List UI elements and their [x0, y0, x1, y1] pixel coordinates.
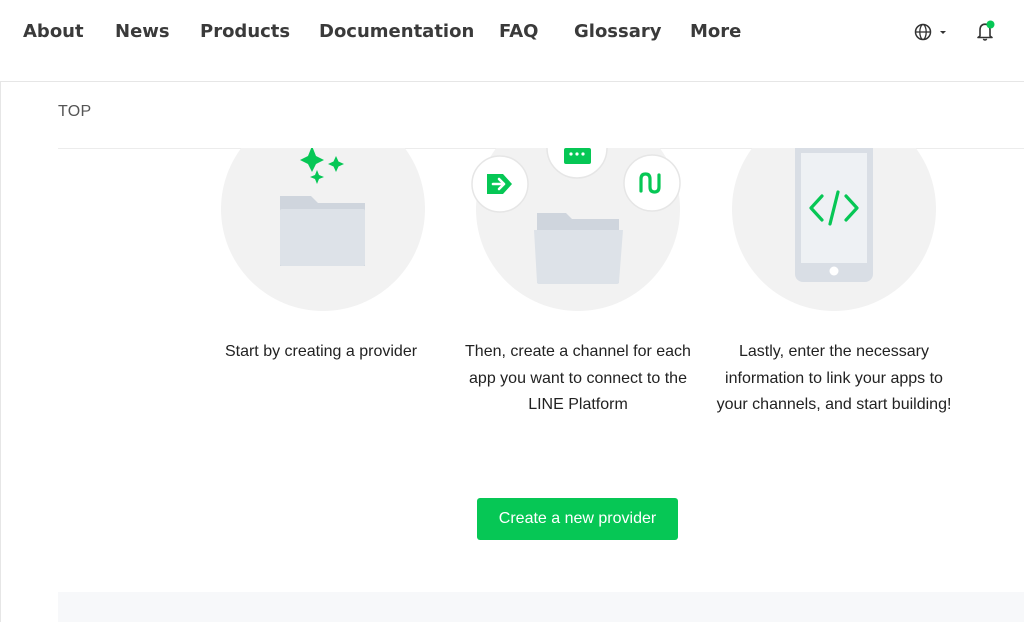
globe-icon: [914, 23, 932, 41]
language-selector[interactable]: [913, 22, 949, 42]
page-edge: [0, 82, 1, 622]
notification-dot: [986, 20, 995, 29]
notifications-button[interactable]: [974, 19, 998, 43]
nav-item-products[interactable]: Products: [200, 19, 290, 45]
nav-item-news[interactable]: News: [115, 19, 170, 45]
folder-channels-illustration: [448, 148, 708, 318]
nav-item-more[interactable]: More: [690, 19, 741, 45]
step-3-text: Lastly, enter the necessary information …: [716, 343, 952, 413]
step-1-text: Start by creating a provider: [224, 343, 418, 360]
nav-item-faq[interactable]: FAQ: [499, 19, 538, 45]
nav-item-documentation[interactable]: Documentation: [319, 19, 474, 45]
phone-code-illustration: [704, 148, 964, 318]
folder-sparkle-illustration: [193, 148, 453, 318]
caret-down-icon: [940, 31, 946, 34]
step-2-text: Then, create a channel for each app you …: [465, 343, 691, 413]
create-provider-button[interactable]: Create a new provider: [477, 498, 678, 540]
nav-item-about[interactable]: About: [23, 19, 84, 45]
bottom-panel: [58, 592, 1024, 622]
breadcrumb[interactable]: TOP: [58, 103, 92, 121]
bell-icon: [977, 20, 995, 41]
top-navigation: About News Products Documentation FAQ Gl…: [0, 0, 1024, 82]
nav-item-glossary[interactable]: Glossary: [574, 19, 662, 45]
